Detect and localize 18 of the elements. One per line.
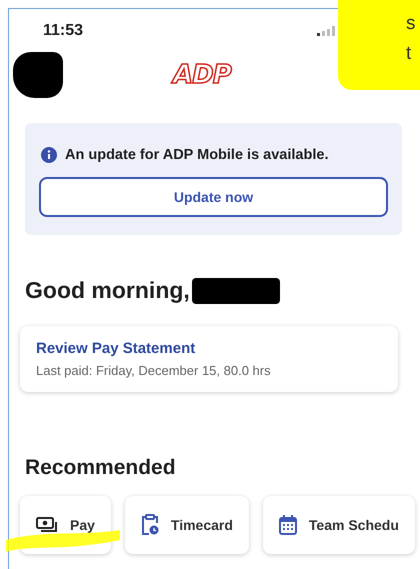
shortcut-tile[interactable]: Team Schedu <box>262 496 415 554</box>
cash-icon <box>36 517 58 533</box>
card-title: Review Pay Statement <box>36 340 196 357</box>
clipboard-clock-icon <box>140 514 159 536</box>
greeting: Good morning, <box>25 277 190 304</box>
info-icon <box>41 147 57 163</box>
status-time: 11:53 <box>43 22 84 40</box>
calendar-icon <box>278 515 297 535</box>
pay-statement-card[interactable]: Review Pay Statement Last paid: Friday, December 15, 80.0 hrs <box>20 326 398 392</box>
update-now-button[interactable]: Update now <box>39 177 388 217</box>
redaction-mark <box>13 52 63 98</box>
note-text: t <box>406 42 412 66</box>
note-text: s <box>406 12 416 36</box>
signal-icon <box>317 26 336 36</box>
shortcut-tile[interactable]: Timecard <box>124 496 249 554</box>
card-subtitle: Last paid: Friday, December 15, 80.0 hrs <box>36 363 272 378</box>
update-message: An update for ADP Mobile is available. <box>65 147 328 163</box>
section-heading: Recommended <box>25 456 177 480</box>
